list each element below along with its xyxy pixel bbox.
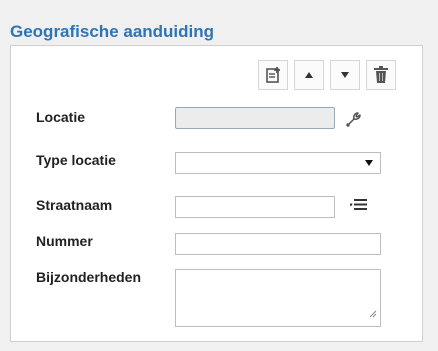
- locatie-label: Locatie: [36, 109, 86, 125]
- straatnaam-field[interactable]: [175, 196, 335, 218]
- bijzonderheden-label: Bijzonderheden: [36, 269, 142, 285]
- dropdown-arrow-icon: [365, 160, 373, 166]
- add-button[interactable]: [258, 60, 288, 90]
- caret-up-icon: [304, 71, 314, 79]
- bijzonderheden-textarea[interactable]: [175, 269, 381, 327]
- list-icon[interactable]: [350, 198, 368, 219]
- delete-button[interactable]: [366, 60, 396, 90]
- trash-icon: [373, 66, 389, 84]
- wrench-icon[interactable]: [343, 110, 363, 135]
- panel-body: Locatie Type locatie Straatnaam Nummer B…: [10, 45, 423, 342]
- geografische-aanduiding-section: Geografische aanduiding Locatie Type loc…: [0, 0, 438, 351]
- nummer-label: Nummer: [36, 233, 93, 249]
- move-down-button[interactable]: [330, 60, 360, 90]
- type-locatie-label: Type locatie: [36, 152, 116, 168]
- resize-grip-icon[interactable]: [369, 305, 377, 323]
- type-locatie-select[interactable]: [175, 152, 381, 174]
- caret-down-icon: [340, 71, 350, 79]
- move-up-button[interactable]: [294, 60, 324, 90]
- locatie-field[interactable]: [175, 107, 335, 129]
- panel-title: Geografische aanduiding: [10, 22, 215, 41]
- nummer-field[interactable]: [175, 233, 381, 255]
- straatnaam-label: Straatnaam: [36, 197, 113, 213]
- add-document-icon: [264, 66, 282, 84]
